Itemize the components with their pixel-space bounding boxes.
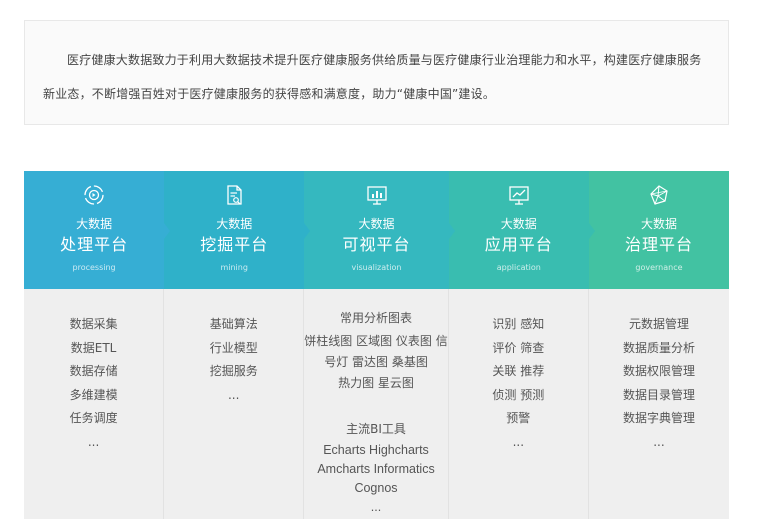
card-governance: 大数据 治理平台 governance 元数据管理 数据质量分析 数据权限管理 …: [588, 171, 730, 519]
line-chart-screen-icon: [509, 186, 529, 205]
list-item: 数据权限管理: [622, 364, 695, 378]
card-processing: 大数据 处理平台 processing 数据采集 数据ETL 数据存储 多维建模…: [24, 171, 171, 519]
card-mining: 大数据 挖掘平台 mining 基础算法 行业模型 挖掘服务 ...: [164, 171, 311, 519]
list-item: 饼柱线图 区域图 仪表图 信: [304, 333, 448, 348]
arrow-icon: [588, 223, 595, 239]
card-body: 常用分析图表 饼柱线图 区域图 仪表图 信 号灯 雷达图 桑基图 热力图 星云图…: [304, 289, 449, 519]
list-item: 热力图 星云图: [338, 375, 414, 390]
list-item: 挖掘服务: [209, 364, 258, 378]
card-label-big: 治理平台: [624, 235, 693, 254]
list-item: 任务调度: [69, 411, 118, 425]
card-label-small: 大数据: [640, 217, 677, 231]
network-polyhedron-icon: [650, 185, 668, 205]
processing-cycle-icon: [84, 185, 104, 205]
card-label-small: 大数据: [500, 217, 537, 231]
card-application: 大数据 应用平台 application 识别 感知 评价 筛查 关联 推荐 侦…: [448, 171, 595, 519]
card-header: 大数据 挖掘平台 mining: [164, 171, 311, 289]
section-title: 主流BI工具: [346, 421, 406, 436]
card-label-big: 可视平台: [342, 235, 411, 254]
list-item: Cognos: [354, 481, 398, 495]
card-label-small: 大数据: [216, 217, 253, 231]
list-item: Echarts Highcharts: [323, 443, 429, 457]
platform-cards: 大数据 处理平台 processing 数据采集 数据ETL 数据存储 多维建模…: [24, 171, 730, 519]
list-item: 元数据管理: [628, 317, 689, 331]
list-item: 行业模型: [209, 340, 258, 355]
list-item: 预警: [506, 411, 531, 425]
card-header: 大数据 处理平台 processing: [24, 171, 171, 289]
list-item: 关联 推荐: [492, 364, 545, 378]
card-label-small: 大数据: [358, 217, 395, 231]
card-header: 大数据 应用平台 application: [448, 171, 595, 289]
card-label-en: application: [496, 263, 541, 272]
list-item: 号灯 雷达图 桑基图: [324, 354, 428, 369]
bar-chart-screen-icon: [366, 186, 387, 205]
list-item: 数据质量分析: [622, 340, 695, 355]
arrow-icon: [304, 223, 311, 239]
card-body: 数据采集 数据ETL 数据存储 多维建模 任务调度 ...: [24, 289, 165, 519]
card-body: 基础算法 行业模型 挖掘服务 ...: [164, 289, 305, 519]
list-item: 多维建模: [69, 387, 118, 402]
arrow-icon: [448, 223, 455, 239]
list-item: ...: [512, 434, 525, 449]
card-label-en: processing: [72, 263, 116, 272]
list-item: 数据ETL: [70, 340, 117, 355]
list-item: 侦测 预测: [492, 387, 545, 402]
list-item: 数据采集: [69, 317, 118, 331]
card-visualization: 大数据 可视平台 visualization 常用分析图表 饼柱线图 区域图 仪…: [304, 171, 455, 519]
list-item: 数据目录管理: [622, 387, 695, 402]
list-item: 基础算法: [209, 317, 258, 331]
card-body: 识别 感知 评价 筛查 关联 推荐 侦测 预测 预警 ...: [448, 289, 589, 519]
card-label-en: mining: [220, 263, 248, 272]
list-item: ...: [370, 500, 382, 514]
list-item: 数据存储: [69, 364, 118, 378]
card-label-en: visualization: [351, 263, 402, 272]
list-item: ...: [87, 434, 100, 449]
card-header: 大数据 可视平台 visualization: [304, 171, 455, 289]
list-item: ...: [227, 387, 240, 402]
card-header: 大数据 治理平台 governance: [588, 171, 730, 289]
list-item: Amcharts Informatics: [317, 462, 435, 476]
card-label-big: 挖掘平台: [200, 235, 269, 254]
card-body: 元数据管理 数据质量分析 数据权限管理 数据目录管理 数据字典管理 ...: [588, 289, 730, 519]
list-item: 评价 筛查: [492, 340, 545, 355]
card-label-en: governance: [635, 263, 683, 272]
intro-box: 医疗健康大数据致力于利用大数据技术提升医疗健康服务供给质量与医疗健康行业治理能力…: [24, 20, 729, 125]
list-item: ...: [653, 434, 665, 449]
card-label-big: 处理平台: [60, 235, 129, 254]
list-item: 识别 感知: [492, 317, 545, 331]
card-label-big: 应用平台: [484, 235, 553, 254]
card-label-small: 大数据: [76, 217, 113, 231]
section-title: 常用分析图表: [340, 311, 413, 325]
intro-text: 医疗健康大数据致力于利用大数据技术提升医疗健康服务供给质量与医疗健康行业治理能力…: [43, 53, 702, 101]
arrow-icon: [164, 223, 171, 239]
document-mining-icon: [227, 185, 242, 205]
list-item: 数据字典管理: [622, 411, 695, 425]
